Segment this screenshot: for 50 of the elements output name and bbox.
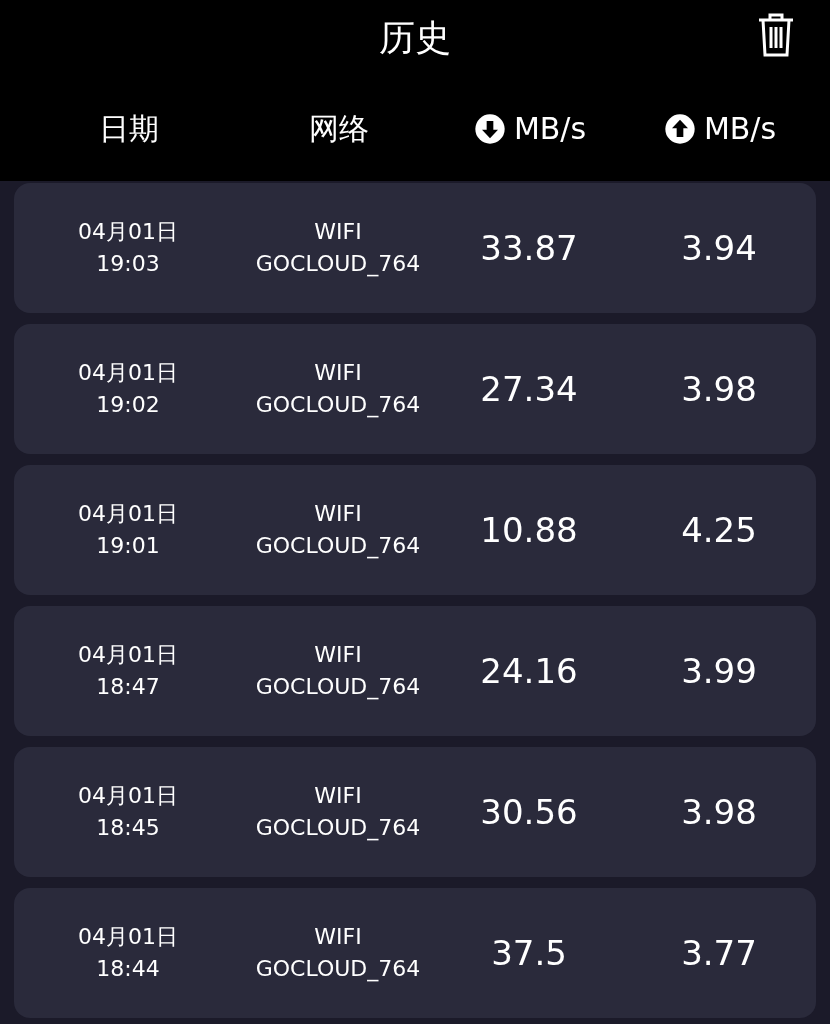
network-name: GOCLOUD_764: [255, 532, 421, 561]
network-name: GOCLOUD_764: [255, 673, 421, 702]
upload-speed: 3.98: [681, 367, 757, 411]
network-type: WIFI: [314, 641, 362, 669]
network-name: GOCLOUD_764: [255, 955, 421, 984]
history-card[interactable]: 04月01日 19:03 WIFI GOCLOUD_764 33.87 3.94: [14, 183, 816, 313]
history-card[interactable]: 04月01日 19:02 WIFI GOCLOUD_764 27.34 3.98: [14, 324, 816, 454]
column-header: 日期: [99, 110, 159, 148]
download-speed: 37.5: [491, 931, 567, 975]
network-name: GOCLOUD_764: [255, 391, 421, 420]
date-text: 04月01日: [78, 500, 178, 528]
network-name: GOCLOUD_764: [255, 814, 421, 843]
time-text: 18:44: [96, 955, 160, 983]
network-type: WIFI: [314, 923, 362, 951]
history-card[interactable]: 04月01日 19:01 WIFI GOCLOUD_764 10.88 4.25: [14, 465, 816, 595]
download-speed: 27.34: [480, 367, 578, 411]
upload-speed: 3.98: [681, 790, 757, 834]
column-header: MB/s: [703, 110, 777, 148]
history-card[interactable]: 04月01日 18:44 WIFI GOCLOUD_764 37.5 3.77: [14, 888, 816, 1018]
date-text: 04月01日: [78, 359, 178, 387]
download-speed: 10.88: [480, 508, 578, 552]
history-card[interactable]: 04月01日 18:45 WIFI GOCLOUD_764 30.56 3.98: [14, 747, 816, 877]
time-text: 19:01: [96, 532, 160, 560]
upload-icon: [663, 112, 696, 145]
history-card[interactable]: 04月01日 18:47 WIFI GOCLOUD_764 24.16 3.99: [14, 606, 816, 736]
network-name: GOCLOUD_764: [255, 250, 421, 279]
time-text: 18:47: [96, 673, 160, 701]
network-type: WIFI: [314, 359, 362, 387]
time-text: 19:02: [96, 391, 160, 419]
date-text: 04月01日: [78, 923, 178, 951]
network-type: WIFI: [314, 218, 362, 246]
network-type: WIFI: [314, 500, 362, 528]
download-icon: [473, 112, 506, 145]
page-title: 历史: [379, 16, 451, 60]
column-header: 网络: [309, 110, 369, 148]
download-speed: 24.16: [480, 649, 578, 693]
date-text: 04月01日: [78, 641, 178, 669]
upload-speed: 3.94: [681, 226, 757, 270]
date-text: 04月01日: [78, 218, 178, 246]
delete-icon[interactable]: [756, 12, 796, 58]
upload-speed: 3.99: [681, 649, 757, 693]
column-header: MB/s: [513, 110, 587, 148]
date-text: 04月01日: [78, 782, 178, 810]
download-speed: 30.56: [480, 790, 578, 834]
time-text: 18:45: [96, 814, 160, 842]
upload-speed: 3.77: [681, 931, 757, 975]
upload-speed: 4.25: [681, 508, 757, 552]
network-type: WIFI: [314, 782, 362, 810]
download-speed: 33.87: [480, 226, 578, 270]
time-text: 19:03: [96, 250, 160, 278]
